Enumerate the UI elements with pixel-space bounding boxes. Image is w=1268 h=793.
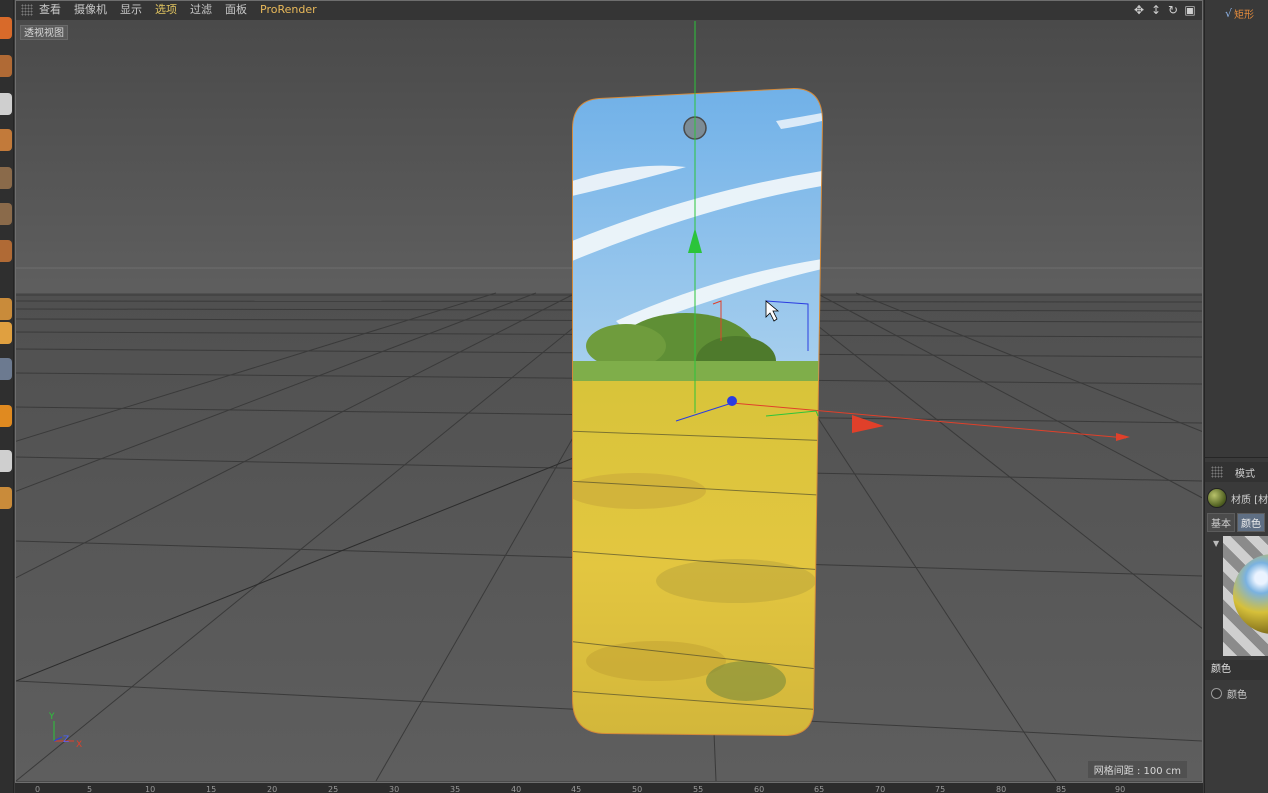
object-row[interactable]: √ 矩形 [1225,6,1254,21]
menu-display[interactable]: 显示 [120,0,142,20]
timeline-tick: 15 [206,785,217,793]
timeline-tick: 75 [935,785,946,793]
timeline-ruler[interactable]: 0 5 10 15 20 25 30 35 40 45 50 55 60 65 … [15,783,1203,793]
lock-tool-icon[interactable] [0,322,12,344]
workplane-tool-icon[interactable] [0,450,12,472]
object-manager[interactable]: √ 矩形 [1205,0,1268,458]
dolly-view-icon[interactable]: ↕ [1149,3,1163,17]
timeline-tick: 55 [693,785,704,793]
timeline-tick: 80 [996,785,1007,793]
material-row: 材质 [材 [1207,488,1268,508]
right-panel: √ 矩形 模式 材质 [材 基本 颜色 ▼ 颜色 颜色 [1204,0,1268,793]
axis-z-label: Z [63,735,69,745]
timeline-tick: 5 [87,785,93,793]
menu-view[interactable]: 查看 [39,0,61,20]
sphere-tool-icon[interactable] [0,358,12,380]
material-sphere-preview [1233,554,1268,634]
edge-tool-icon[interactable] [0,167,12,189]
collapse-caret-icon[interactable]: ▼ [1213,539,1219,548]
snap-tool-icon[interactable] [0,298,12,320]
grid-spacing-label: 网格间距 : 100 cm [1087,761,1187,778]
tab-color[interactable]: 颜色 [1237,513,1265,532]
timeline-tick: 50 [632,785,643,793]
checker-tool-icon[interactable] [0,93,12,115]
spline-object-icon: √ [1225,7,1233,20]
timeline-tick: 25 [328,785,339,793]
menubar-grip-icon[interactable] [21,4,33,16]
timeline-tick: 20 [267,785,278,793]
timeline-tick: 0 [35,785,41,793]
timeline-tick: 90 [1115,785,1126,793]
color-property-row[interactable]: 颜色 [1211,686,1247,701]
object-tool-icon[interactable] [0,240,12,262]
timeline-tick: 60 [754,785,765,793]
object-name[interactable]: 矩形 [1234,6,1254,21]
attr-grip-icon[interactable] [1211,466,1223,478]
polygon-tool-icon[interactable] [0,129,12,151]
cube-tool-icon[interactable] [0,55,12,77]
rotate-view-icon[interactable]: ↻ [1166,3,1180,17]
perspective-viewport[interactable]: Y Z X 查看 摄像机 显示 选项 过滤 面板 ProRender ✥ ↕ ↻… [15,0,1203,783]
material-preview-icon [1207,488,1227,508]
timeline-tick: 65 [814,785,825,793]
attribute-tabs: 基本 颜色 [1207,513,1265,532]
timeline-tick: 30 [389,785,400,793]
view-name-label: 透视视图 [20,25,68,40]
menu-prorender[interactable]: ProRender [260,0,317,20]
left-toolbar [0,0,14,793]
viewport-menubar: 查看 摄像机 显示 选项 过滤 面板 ProRender ✥ ↕ ↻ ▣ [15,0,1203,20]
timeline-tick: 45 [571,785,582,793]
material-preview [1223,536,1268,656]
viewport-canvas[interactable]: Y Z X [16,21,1202,781]
color-property-label: 颜色 [1227,690,1247,701]
point-tool-icon[interactable] [0,203,12,225]
render-tool-icon[interactable] [0,17,12,39]
menu-filter[interactable]: 过滤 [190,0,212,20]
timeline-tick: 40 [511,785,522,793]
attribute-manager-header: 模式 [1205,462,1268,482]
maximize-view-icon[interactable]: ▣ [1183,3,1197,17]
timeline-tick: 35 [450,785,461,793]
color-section-label: 颜色 [1205,660,1268,680]
menu-options[interactable]: 选项 [155,0,177,20]
material-label: 材质 [材 [1231,494,1268,506]
timeline-tick: 85 [1056,785,1067,793]
tab-basic[interactable]: 基本 [1207,513,1235,532]
move-view-icon[interactable]: ✥ [1132,3,1146,17]
magnet-tool-icon[interactable] [0,487,12,509]
animate-radio-icon[interactable] [1211,688,1222,699]
paint-tool-icon[interactable] [0,405,12,427]
timeline-tick: 70 [875,785,886,793]
menu-camera[interactable]: 摄像机 [74,0,107,20]
menu-panel[interactable]: 面板 [225,0,247,20]
hang-tag-object[interactable] [566,81,836,751]
mode-menu[interactable]: 模式 [1235,465,1255,480]
axis-x-label: X [76,740,82,750]
axis-y-label: Y [48,712,55,722]
timeline-tick: 10 [145,785,156,793]
